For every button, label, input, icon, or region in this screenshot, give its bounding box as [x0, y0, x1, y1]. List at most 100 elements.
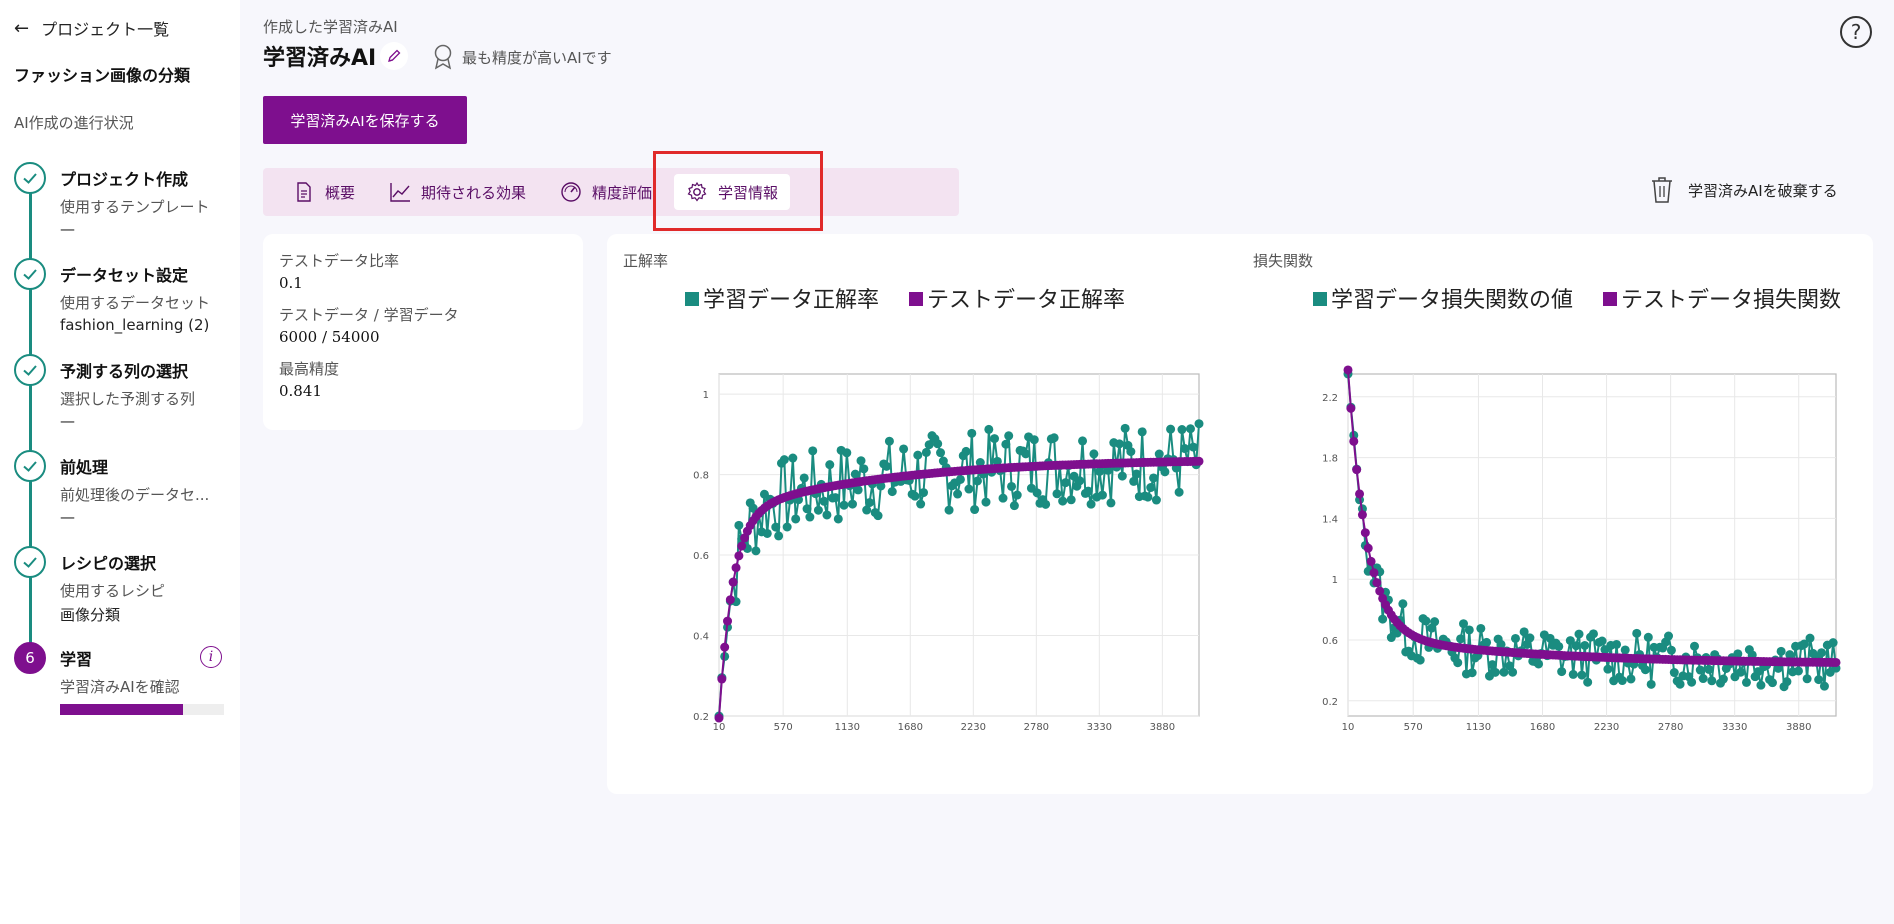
- train-point: [1782, 677, 1792, 687]
- legend-swatch: [909, 292, 923, 306]
- test-point: [728, 577, 738, 587]
- badge-text: 最も精度が高いAIです: [462, 48, 612, 67]
- train-point: [1571, 641, 1581, 651]
- train-point: [1476, 623, 1486, 633]
- train-point: [913, 450, 923, 460]
- train-point: [1086, 499, 1096, 509]
- train-point: [1643, 632, 1653, 642]
- train-point: [1114, 439, 1124, 449]
- train-point: [774, 531, 784, 541]
- train-point: [1120, 423, 1130, 433]
- train-point: [1041, 499, 1051, 509]
- y-tick-label: 0.6: [1322, 636, 1338, 647]
- step-subtitle: 学習済みAIを確認: [60, 678, 180, 696]
- train-point: [1160, 467, 1170, 477]
- award-icon: [434, 44, 452, 70]
- x-tick-label: 2230: [961, 722, 986, 733]
- train-point: [967, 428, 977, 438]
- stat-label: テストデータ / 学習データ: [279, 306, 459, 324]
- train-point: [1819, 681, 1829, 691]
- train-point: [1574, 629, 1584, 639]
- train-point: [882, 461, 892, 471]
- tab-overview[interactable]: 概要: [281, 174, 367, 210]
- save-trained-ai-button[interactable]: 学習済みAIを保存する: [263, 96, 467, 144]
- train-point: [1583, 677, 1593, 687]
- edit-title-button[interactable]: [380, 42, 408, 70]
- tab-expected-effect[interactable]: 期待される効果: [377, 174, 538, 210]
- train-point: [1430, 617, 1440, 627]
- test-point: [723, 616, 733, 626]
- discard-trained-ai-button[interactable]: 学習済みAIを破棄する: [1650, 176, 1838, 204]
- train-point: [1012, 490, 1022, 500]
- train-point: [833, 514, 843, 524]
- progress-title: AI作成の進行状況: [14, 114, 134, 132]
- y-tick-label: 0.8: [693, 471, 709, 482]
- test-point: [714, 713, 724, 723]
- train-point: [762, 528, 772, 538]
- train-point: [990, 434, 1000, 444]
- train-point: [961, 446, 971, 456]
- step-subtitle: 前処理後のデータセ...: [60, 486, 210, 504]
- train-point: [1805, 633, 1815, 643]
- tab-bar: 概要 期待される効果 精度評価 学習情報: [263, 168, 959, 216]
- train-point: [1149, 473, 1159, 483]
- train-point: [1453, 658, 1463, 668]
- accuracy-chart: 学習データ正解率 テストデータ正解率 10 570 1130 1680 2230 2780 33…: [685, 288, 1204, 733]
- train-point: [1736, 667, 1746, 677]
- help-button[interactable]: ?: [1840, 16, 1872, 48]
- tab-accuracy-evaluation[interactable]: 精度評価: [548, 174, 664, 210]
- legend-swatch: [1313, 292, 1327, 306]
- train-point: [1632, 628, 1642, 638]
- train-point: [1097, 490, 1107, 500]
- arrow-left-icon: ←: [14, 17, 30, 39]
- train-point: [1525, 633, 1535, 643]
- legend-swatch: [1603, 292, 1617, 306]
- chart-legend: 学習データ正解率 テストデータ正解率: [685, 288, 1125, 313]
- train-point: [788, 453, 798, 463]
- legend-label: テストデータ損失関数: [1621, 288, 1841, 313]
- sidebar: ← プロジェクト一覧 ファッション画像の分類 AI作成の進行状況 プロジェクト作…: [0, 0, 240, 924]
- back-to-projects-link[interactable]: ← プロジェクト一覧: [14, 16, 169, 40]
- train-point: [1612, 639, 1622, 649]
- train-point: [1052, 489, 1062, 499]
- train-point: [1487, 660, 1497, 670]
- train-point: [856, 456, 866, 466]
- train-point: [1756, 680, 1766, 690]
- train-point: [1767, 678, 1777, 688]
- x-tick-label: 2780: [1024, 722, 1049, 733]
- train-point: [1666, 645, 1676, 655]
- step-subtitle: 使用するレシピ: [60, 582, 166, 600]
- step-value: fashion_learning (2): [60, 316, 210, 334]
- info-icon[interactable]: i: [200, 646, 222, 668]
- x-tick-label: 10: [1342, 722, 1355, 733]
- legend-label: 学習データ正解率: [703, 288, 879, 313]
- train-point: [822, 510, 832, 520]
- train-point: [847, 499, 857, 509]
- train-point: [782, 522, 792, 532]
- test-point: [1349, 436, 1359, 446]
- train-point: [1001, 439, 1011, 449]
- train-point: [1398, 599, 1408, 609]
- step-title: 予測する列の選択: [60, 362, 189, 381]
- step-title: 学習: [60, 650, 93, 669]
- discard-label: 学習済みAIを破棄する: [1688, 181, 1838, 200]
- y-tick-label: 1.8: [1322, 454, 1338, 465]
- legend-label: テストデータ正解率: [927, 288, 1125, 313]
- training-stats-card: テストデータ比率 0.1 テストデータ / 学習データ 6000 / 54000…: [263, 234, 583, 430]
- back-label: プロジェクト一覧: [41, 20, 170, 39]
- train-point: [771, 522, 781, 532]
- line-chart-icon: [390, 183, 411, 202]
- train-point: [1776, 646, 1786, 656]
- project-name: ファッション画像の分類: [14, 66, 191, 85]
- train-point: [1828, 638, 1838, 648]
- train-point: [799, 473, 809, 483]
- train-point: [1626, 674, 1636, 684]
- train-point: [1704, 664, 1714, 674]
- train-point: [1174, 487, 1184, 497]
- x-tick-label: 10: [713, 722, 726, 733]
- test-point: [737, 541, 747, 551]
- train-point: [1106, 498, 1116, 508]
- test-point: [734, 551, 744, 561]
- train-point: [1078, 436, 1088, 446]
- train-point: [1482, 637, 1492, 647]
